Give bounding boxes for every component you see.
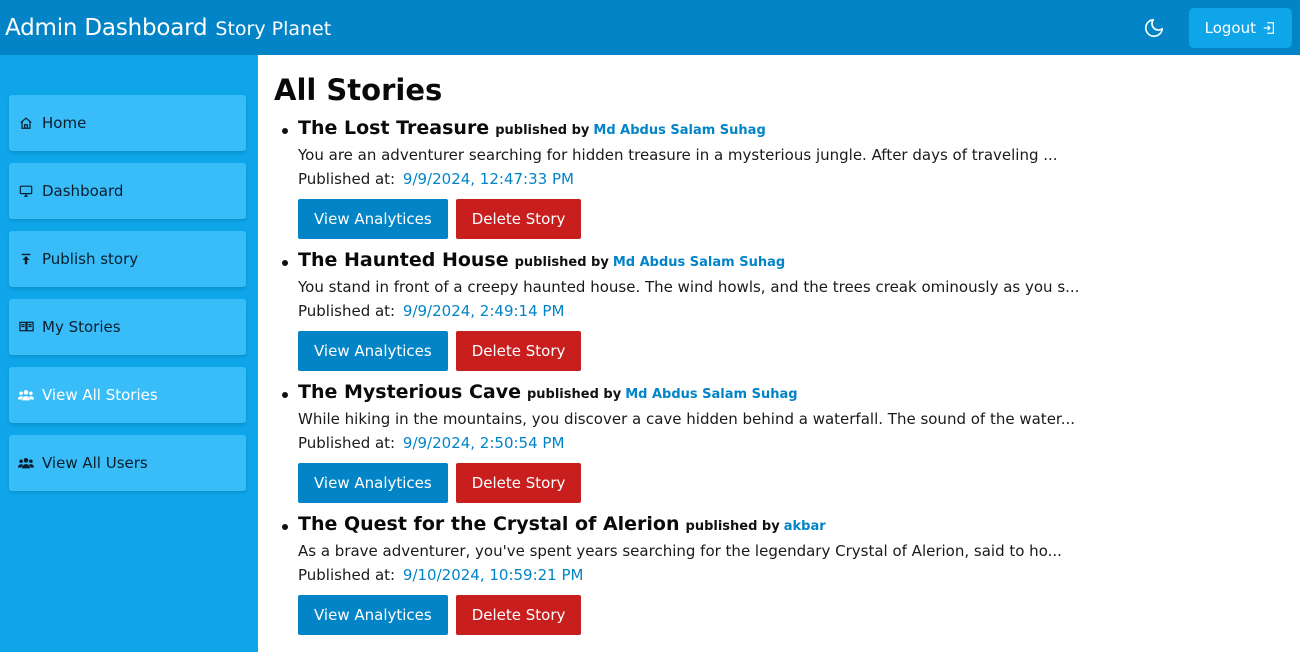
sidebar-item-label: My Stories [42, 318, 121, 336]
sidebar-item-view-all-users[interactable]: View All Users [9, 435, 246, 491]
main-content: All Stories The Lost Treasure published … [258, 55, 1300, 652]
sidebar-item-view-all-stories[interactable]: View All Stories [9, 367, 246, 423]
story-excerpt: While hiking in the mountains, you disco… [298, 410, 1076, 428]
published-by-label: published by [514, 255, 609, 270]
sidebar-item-label: Dashboard [42, 182, 124, 200]
published-date: 9/9/2024, 12:47:33 PM [402, 170, 574, 188]
story-item: The Haunted House published by Md Abdus … [274, 249, 1300, 381]
book-icon [18, 319, 34, 335]
story-actions: View Analytices Delete Story [298, 331, 1300, 371]
author-link[interactable]: Md Abdus Salam Suhag [593, 123, 765, 138]
story-excerpt: As a brave adventurer, you've spent year… [298, 542, 1062, 560]
upload-icon [18, 251, 34, 267]
published-date: 9/9/2024, 2:50:54 PM [402, 434, 565, 452]
list-bullet [282, 128, 288, 134]
brand: Admin Dashboard Story Planet [5, 15, 331, 41]
delete-story-button[interactable]: Delete Story [455, 463, 582, 503]
list-bullet [282, 524, 288, 530]
delete-story-button[interactable]: Delete Story [455, 331, 582, 371]
sidebar-item-label: View All Stories [42, 386, 158, 404]
published-date: 9/10/2024, 10:59:21 PM [402, 566, 584, 584]
author-link[interactable]: Md Abdus Salam Suhag [613, 255, 785, 270]
sidebar-item-home[interactable]: Home [9, 95, 246, 151]
dark-mode-toggle[interactable] [1141, 15, 1167, 41]
published-at: Published at: 9/9/2024, 2:50:54 PM [298, 431, 1300, 455]
list-bullet [282, 392, 288, 398]
published-by-label: published by [495, 123, 590, 138]
published-at-label: Published at: [298, 170, 396, 188]
published-by-label: published by [685, 519, 780, 534]
home-icon [18, 115, 34, 131]
sidebar: Home Dashboard Publish story My Stories … [0, 55, 258, 652]
delete-story-button[interactable]: Delete Story [455, 595, 582, 635]
view-analytics-button[interactable]: View Analytices [298, 463, 448, 503]
app-title: Admin Dashboard [5, 14, 208, 41]
story-title: The Lost Treasure [298, 117, 490, 139]
story-item: The Mysterious Cave published by Md Abdu… [274, 381, 1300, 513]
sidebar-item-label: Home [42, 114, 87, 132]
story-list: The Lost Treasure published by Md Abdus … [274, 117, 1300, 645]
story-actions: View Analytices Delete Story [298, 463, 1300, 503]
story-item: The Quest for the Crystal of Alerion pub… [274, 513, 1300, 645]
delete-story-button[interactable]: Delete Story [455, 199, 582, 239]
story-actions: View Analytices Delete Story [298, 595, 1300, 635]
sidebar-item-label: View All Users [42, 454, 148, 472]
list-bullet [282, 260, 288, 266]
page-title: All Stories [274, 73, 443, 107]
story-excerpt: You stand in front of a creepy haunted h… [298, 278, 1080, 296]
published-at-label: Published at: [298, 302, 396, 320]
view-analytics-button[interactable]: View Analytices [298, 595, 448, 635]
story-header: The Mysterious Cave published by Md Abdu… [298, 381, 1300, 405]
story-title: The Mysterious Cave [298, 381, 521, 403]
view-analytics-button[interactable]: View Analytices [298, 199, 448, 239]
story-title: The Quest for the Crystal of Alerion [298, 513, 680, 535]
sidebar-item-dashboard[interactable]: Dashboard [9, 163, 246, 219]
users-icon [18, 455, 34, 471]
published-at: Published at: 9/9/2024, 2:49:14 PM [298, 299, 1300, 323]
author-link[interactable]: akbar [784, 519, 826, 534]
published-by-label: published by [526, 387, 622, 402]
header-actions: Logout [1141, 7, 1292, 48]
author-link[interactable]: Md Abdus Salam Suhag [625, 387, 797, 402]
view-analytics-button[interactable]: View Analytices [298, 331, 448, 371]
story-actions: View Analytices Delete Story [298, 199, 1300, 239]
story-title: The Haunted House [298, 249, 509, 271]
monitor-icon [18, 183, 34, 199]
published-at-label: Published at: [298, 566, 396, 584]
story-header: The Quest for the Crystal of Alerion pub… [298, 513, 1300, 537]
published-at: Published at: 9/9/2024, 12:47:33 PM [298, 167, 1300, 191]
logout-icon [1263, 21, 1274, 34]
story-header: The Lost Treasure published by Md Abdus … [298, 117, 1300, 141]
moon-icon [1144, 18, 1163, 37]
sidebar-item-publish-story[interactable]: Publish story [9, 231, 246, 287]
logout-button[interactable]: Logout [1188, 7, 1292, 48]
story-header: The Haunted House published by Md Abdus … [298, 249, 1300, 273]
story-item: The Lost Treasure published by Md Abdus … [274, 117, 1300, 249]
logout-label: Logout [1204, 18, 1256, 37]
users-icon [18, 387, 34, 403]
top-bar: Admin Dashboard Story Planet Logout [0, 0, 1300, 55]
sidebar-item-label: Publish story [42, 250, 139, 268]
published-at-label: Published at: [298, 434, 396, 452]
sidebar-item-my-stories[interactable]: My Stories [9, 299, 246, 355]
app-subtitle: Story Planet [215, 17, 332, 40]
story-excerpt: You are an adventurer searching for hidd… [298, 146, 1058, 164]
published-at: Published at: 9/10/2024, 10:59:21 PM [298, 563, 1300, 587]
published-date: 9/9/2024, 2:49:14 PM [402, 302, 565, 320]
